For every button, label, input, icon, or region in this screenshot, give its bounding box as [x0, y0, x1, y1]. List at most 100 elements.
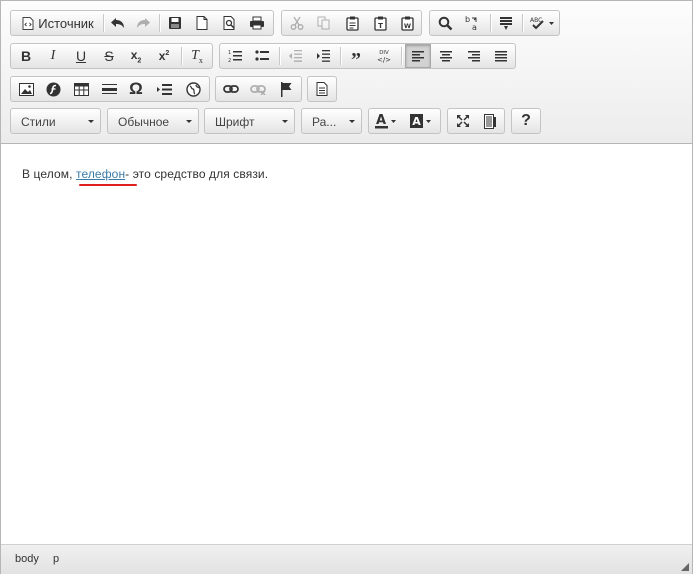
paste-word-icon: W	[400, 16, 414, 31]
svg-text:</>: </>	[377, 56, 391, 64]
outdent-button[interactable]	[283, 44, 307, 68]
italic-button[interactable]: I	[41, 44, 65, 68]
undo-button[interactable]	[106, 11, 130, 35]
find-icon	[438, 16, 453, 31]
align-center-button[interactable]	[434, 44, 458, 68]
source-label: Источник	[38, 15, 94, 31]
toolbar-group-clipboard: T W	[281, 10, 422, 36]
div-button[interactable]: DIV </>	[372, 44, 396, 68]
anchor-button[interactable]	[274, 77, 298, 101]
new-page-icon	[196, 16, 208, 30]
about-button[interactable]: ?	[514, 109, 538, 133]
bg-color-button[interactable]: A	[407, 109, 439, 133]
templates-button[interactable]	[310, 77, 334, 101]
paste-icon	[345, 16, 359, 31]
maximize-button[interactable]	[451, 109, 475, 133]
special-char-icon: Ω	[129, 79, 143, 98]
subscript-button[interactable]: x2	[124, 44, 148, 68]
save-icon	[168, 16, 182, 30]
print-button[interactable]	[245, 11, 269, 35]
underline-button[interactable]: U	[69, 44, 93, 68]
iframe-button[interactable]	[181, 77, 205, 101]
format-combo[interactable]: Обычное	[107, 108, 199, 134]
chevron-down-icon	[88, 120, 94, 123]
elementspath-item-body[interactable]: body	[15, 553, 39, 565]
div-icon: DIV </>	[377, 48, 391, 64]
strike-button[interactable]: S	[97, 44, 121, 68]
paste-text-button[interactable]: T	[368, 11, 392, 35]
select-all-icon	[499, 16, 513, 31]
special-char-button[interactable]: Ω	[124, 77, 148, 101]
bulleted-list-icon	[254, 49, 270, 63]
align-center-icon	[439, 50, 453, 62]
size-combo[interactable]: Ра...	[301, 108, 362, 134]
source-button[interactable]: Источник	[15, 11, 101, 35]
image-button[interactable]	[14, 77, 38, 101]
styles-combo-label: Стили	[21, 115, 56, 129]
editor-content-area[interactable]: В целом, телефон- это средство для связи…	[1, 144, 692, 544]
size-combo-label: Ра...	[312, 115, 337, 129]
bulleted-list-button[interactable]	[250, 44, 274, 68]
svg-text:1: 1	[228, 50, 231, 56]
toolbar-group-templates	[307, 76, 337, 102]
bold-button[interactable]: B	[14, 44, 38, 68]
remove-format-button[interactable]: Tx	[185, 44, 209, 68]
spellcheck-underline	[79, 184, 137, 186]
link-button[interactable]	[219, 77, 243, 101]
cut-icon	[290, 16, 304, 30]
spellcheck-button[interactable]: ABC	[525, 11, 558, 35]
horizontal-rule-button[interactable]	[97, 77, 121, 101]
replace-button[interactable]: ba	[460, 11, 484, 35]
preview-button[interactable]	[217, 11, 241, 35]
indent-icon	[316, 49, 331, 63]
underline-icon: U	[75, 48, 87, 64]
elementspath-item-p[interactable]: p	[53, 553, 59, 565]
resize-handle-icon[interactable]	[681, 563, 689, 571]
separator	[279, 47, 280, 65]
blockquote-button[interactable]: ”	[344, 44, 368, 70]
text-color-icon: A	[375, 113, 401, 129]
spellcheck-icon: ABC	[529, 16, 555, 30]
paste-button[interactable]	[340, 11, 364, 35]
paste-word-button[interactable]: W	[395, 11, 419, 35]
font-combo[interactable]: Шрифт	[204, 108, 295, 134]
show-blocks-icon	[484, 113, 496, 129]
content-link[interactable]: телефон	[76, 167, 125, 181]
flash-button[interactable]	[41, 77, 65, 101]
align-right-icon	[467, 50, 481, 62]
page-break-button[interactable]	[152, 77, 176, 101]
unlink-button[interactable]	[246, 77, 270, 101]
superscript-button[interactable]: x2	[152, 44, 176, 68]
styles-combo[interactable]: Стили	[10, 108, 101, 134]
numbered-list-button[interactable]: 12	[223, 44, 247, 68]
show-blocks-button[interactable]	[478, 109, 502, 133]
cut-button[interactable]	[285, 11, 309, 35]
new-page-button[interactable]	[190, 11, 214, 35]
strike-icon: S	[104, 48, 114, 64]
copy-icon	[317, 16, 331, 30]
indent-button[interactable]	[311, 44, 335, 68]
justify-button[interactable]	[489, 44, 513, 68]
table-button[interactable]	[69, 77, 93, 101]
text-before-link: В целом,	[22, 167, 76, 181]
replace-icon: ba	[464, 15, 480, 31]
rich-text-editor: Источник T W b a ABC B I U S x2 x2 Tx 1 …	[0, 0, 693, 574]
text-after-link: - это средство для связи.	[125, 167, 269, 181]
image-icon	[18, 82, 34, 96]
select-all-button[interactable]	[494, 11, 518, 35]
paragraph[interactable]: В целом, телефон- это средство для связи…	[22, 167, 268, 181]
italic-icon: I	[50, 48, 56, 63]
align-left-button[interactable]	[405, 44, 431, 68]
preview-icon	[223, 16, 236, 30]
svg-text:A: A	[376, 113, 386, 128]
copy-button[interactable]	[312, 11, 336, 35]
page-break-icon	[156, 83, 172, 96]
find-button[interactable]	[433, 11, 457, 35]
svg-text:T: T	[378, 22, 383, 30]
align-right-button[interactable]	[462, 44, 486, 68]
chevron-down-icon	[186, 120, 192, 123]
redo-button[interactable]	[131, 11, 155, 35]
text-color-button[interactable]: A	[372, 109, 404, 133]
numbered-list-icon: 12	[228, 49, 243, 63]
save-button[interactable]	[163, 11, 187, 35]
